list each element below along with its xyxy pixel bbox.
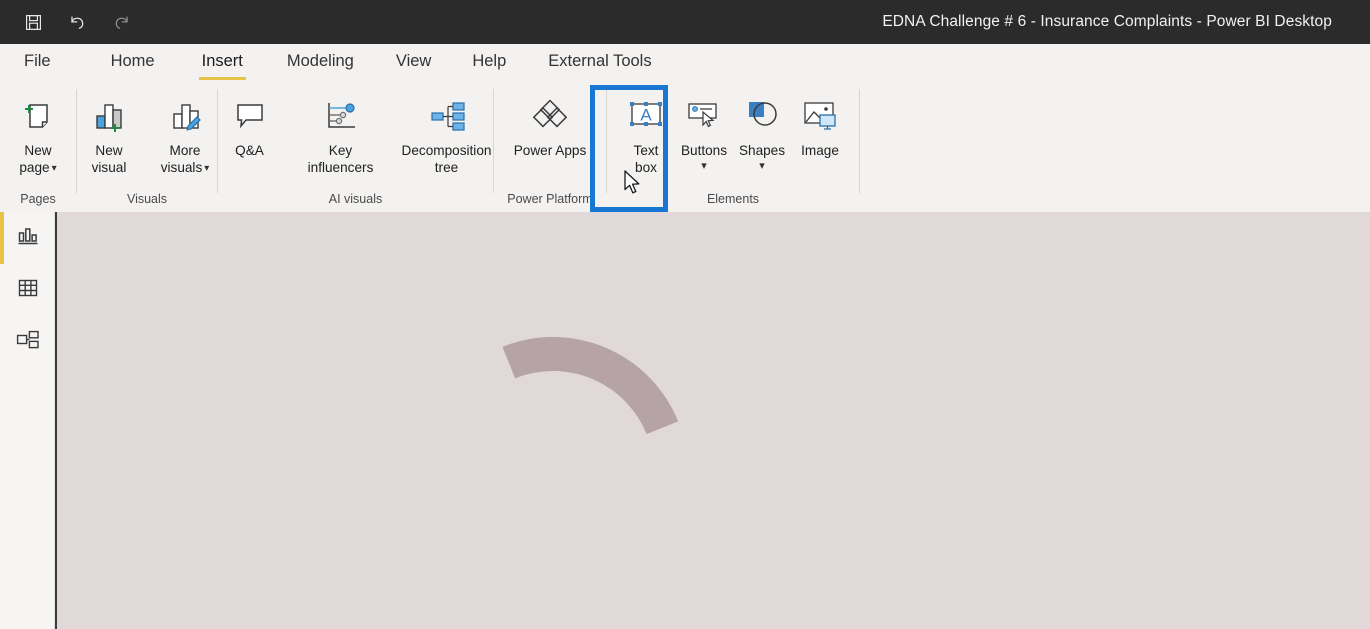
- buttons-label-line1: Buttons: [680, 143, 728, 158]
- table-grid-icon: [17, 277, 39, 304]
- qna-icon: [227, 93, 273, 139]
- new-visual-icon: [86, 93, 132, 139]
- key-influencers-icon: [318, 93, 364, 139]
- tab-external-tools[interactable]: External Tools: [548, 52, 651, 75]
- decomposition-tree-icon: [424, 93, 470, 139]
- buttons-button[interactable]: Buttons ▾: [675, 87, 733, 172]
- more-visuals-label: More visuals ▾: [161, 142, 210, 177]
- chevron-down-icon[interactable]: ▾: [681, 160, 727, 172]
- decomposition-tree-label: Decomposition tree: [402, 142, 492, 176]
- ribbon-tab-strip: File Home Insert Modeling View Help Exte…: [0, 44, 1370, 83]
- sidebar-item-data-view[interactable]: [0, 264, 55, 316]
- image-button[interactable]: Image: [791, 87, 849, 159]
- group-label-ai-visuals: AI visuals: [328, 192, 383, 206]
- tab-view[interactable]: View: [396, 52, 431, 75]
- chevron-down-icon[interactable]: ▾: [204, 160, 209, 177]
- chevron-down-icon[interactable]: ▾: [739, 160, 785, 172]
- group-label-visuals: Visuals: [126, 192, 168, 206]
- title-bar: EDNA Challenge # 6 - Insurance Complaint…: [0, 0, 1370, 44]
- new-page-label-line2: page: [19, 160, 50, 175]
- chevron-down-icon[interactable]: ▾: [52, 160, 57, 177]
- decomposition-tree-button[interactable]: Decomposition tree: [394, 87, 500, 176]
- power-bi-desktop-window: EDNA Challenge # 6 - Insurance Complaint…: [0, 0, 1370, 629]
- ribbon-groups: New page ▾ Pages New visual More visuals…: [0, 83, 1370, 212]
- tab-insert[interactable]: Insert: [198, 52, 247, 80]
- bar-chart-icon: [17, 225, 39, 252]
- shapes-button[interactable]: Shapes ▾: [733, 87, 791, 172]
- key-influencers-label-line2: influencers: [307, 160, 374, 175]
- text-box-label-line1: Text: [633, 143, 659, 158]
- new-page-label-line1: New: [24, 143, 52, 158]
- decomposition-tree-label-line1: Decomposition: [401, 143, 492, 158]
- ribbon-group-pages: New page ▾ Pages: [0, 83, 76, 212]
- report-canvas[interactable]: [55, 212, 1370, 629]
- svg-text:A: A: [640, 106, 652, 125]
- new-page-label: New page ▾: [19, 142, 56, 177]
- power-apps-label: Power Apps: [514, 142, 587, 159]
- key-influencers-label-line1: Key: [328, 143, 353, 158]
- image-icon: [797, 93, 843, 139]
- new-visual-label-line2: visual: [91, 160, 127, 175]
- key-influencers-label: Key influencers: [308, 142, 374, 176]
- report-canvas-area: [55, 212, 1370, 629]
- ribbon-group-ai-visuals: Q&A Key influencers Decomposition tree A…: [218, 83, 493, 212]
- text-box-button[interactable]: A Text box: [617, 87, 675, 176]
- window-title: EDNA Challenge # 6 - Insurance Complaint…: [882, 13, 1332, 30]
- ribbon-group-power-platform: Power Apps Power Platform: [494, 83, 606, 212]
- qna-label: Q&A: [235, 142, 264, 159]
- new-visual-label: New visual: [92, 142, 127, 176]
- view-switcher-bar: [0, 212, 55, 629]
- group-label-power-platform: Power Platform: [507, 192, 593, 206]
- qna-button[interactable]: Q&A: [212, 87, 288, 159]
- new-visual-button[interactable]: New visual: [71, 87, 147, 176]
- qna-label-line1: Q&A: [235, 143, 264, 158]
- sidebar-item-report-view[interactable]: [0, 212, 55, 264]
- power-apps-label-line1: Power Apps: [513, 143, 587, 158]
- save-icon[interactable]: [18, 9, 48, 35]
- key-influencers-button[interactable]: Key influencers: [288, 87, 394, 176]
- undo-icon[interactable]: [62, 9, 92, 35]
- group-label-elements: Elements: [706, 192, 760, 206]
- text-box-icon: A: [623, 93, 669, 139]
- quick-access-toolbar: [0, 9, 136, 35]
- new-page-icon: [15, 93, 61, 139]
- more-visuals-label-line1: More: [169, 143, 201, 158]
- shapes-label-line1: Shapes: [738, 143, 786, 158]
- new-visual-label-line1: New: [95, 143, 123, 158]
- tab-modeling[interactable]: Modeling: [287, 52, 354, 75]
- redo-icon[interactable]: [106, 9, 136, 35]
- image-label: Image: [801, 142, 839, 159]
- image-label-line1: Image: [801, 143, 839, 158]
- text-box-label-line2: box: [635, 160, 657, 175]
- more-visuals-icon: [162, 93, 208, 139]
- ribbon-group-elements: A Text box Buttons ▾ Shapes ▾ Image Elem…: [607, 83, 859, 212]
- group-separator: [859, 89, 860, 193]
- sidebar-item-model-view[interactable]: [0, 316, 55, 368]
- buttons-label: Buttons ▾: [681, 142, 727, 172]
- more-visuals-label-line2: visuals: [160, 160, 203, 175]
- new-page-button[interactable]: New page ▾: [0, 87, 76, 177]
- shapes-label: Shapes ▾: [739, 142, 785, 172]
- buttons-icon: [681, 93, 727, 139]
- group-label-pages: Pages: [20, 192, 56, 206]
- decomposition-tree-label-line2: tree: [434, 160, 459, 175]
- tab-help[interactable]: Help: [472, 52, 506, 75]
- text-box-label: Text box: [634, 142, 659, 176]
- ribbon-group-visuals: New visual More visuals ▾ Visuals: [77, 83, 217, 212]
- power-apps-icon: [527, 93, 573, 139]
- ribbon: File Home Insert Modeling View Help Exte…: [0, 44, 1370, 212]
- tab-home[interactable]: Home: [111, 52, 155, 75]
- relationship-diagram-icon: [16, 329, 40, 356]
- arc-shape[interactable]: [497, 312, 817, 629]
- tab-file[interactable]: File: [24, 52, 51, 75]
- shapes-icon: [739, 93, 785, 139]
- power-apps-button[interactable]: Power Apps: [497, 87, 603, 159]
